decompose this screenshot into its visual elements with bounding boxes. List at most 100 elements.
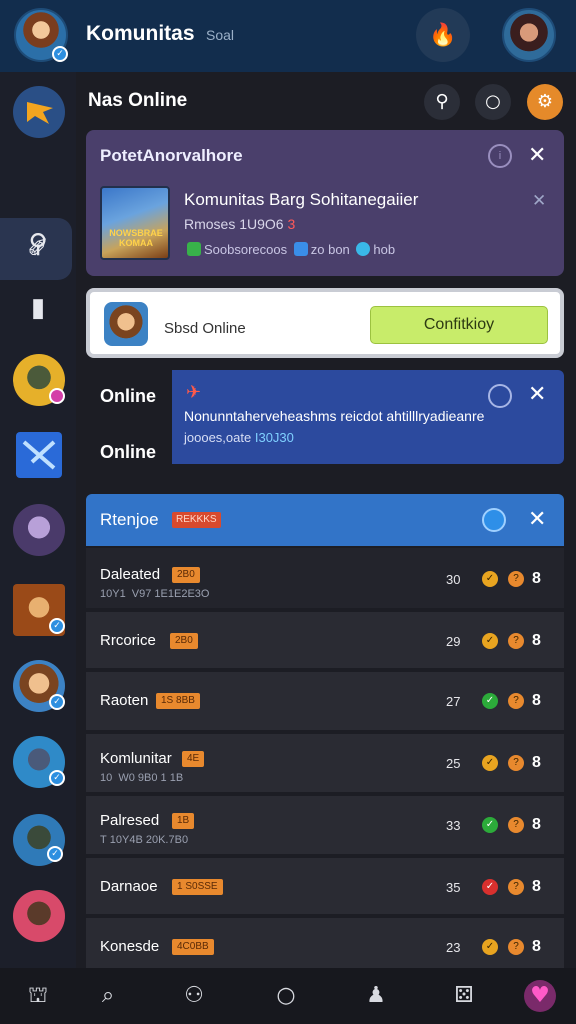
verified-badge-icon: ✓ xyxy=(52,46,68,62)
server-avatar-5[interactable]: ✓ xyxy=(13,660,65,712)
home-icon[interactable]: ⛫ xyxy=(22,980,54,1012)
settings-gear-icon[interactable]: ⚙ xyxy=(527,84,563,120)
status-dot-icon: ? xyxy=(508,817,524,833)
friend-avatar[interactable] xyxy=(502,8,556,62)
server-avatar-7[interactable]: ✓ xyxy=(13,814,65,866)
row-badge: 2B0 xyxy=(170,633,198,649)
message-sub-highlight: I30J30 xyxy=(254,430,294,445)
list-item[interactable]: Raoten 1S 8BB 27 ✓ ? 8 xyxy=(86,672,564,732)
verified-badge-icon: ✓ xyxy=(49,694,65,710)
status-dot-icon: ✓ xyxy=(482,693,498,709)
message-card: ✈ ✕ Nonunntaherveheashms reicdot ahtilll… xyxy=(172,370,564,464)
status-avatar xyxy=(104,302,148,346)
row-end-value: 8 xyxy=(532,938,541,955)
verified-badge-icon: ✓ xyxy=(49,770,65,786)
game-tags: Soobsorecoos zo bon hob xyxy=(184,242,395,257)
top-bar: ✓ Komunitas Soal 🔥 xyxy=(0,0,576,72)
list-item[interactable]: Konesde 4C0BB 23 ✓ ? 8 xyxy=(86,918,564,968)
status-dot-icon: ✓ xyxy=(482,939,498,955)
row-end-value: 8 xyxy=(532,632,541,649)
server-avatar-8[interactable] xyxy=(13,890,65,942)
server-avatar-1[interactable] xyxy=(13,354,65,406)
game-thumbnail[interactable]: NOWSBRAE KOMAA xyxy=(100,186,170,260)
row-name: Darnaoe xyxy=(100,878,158,895)
close-icon[interactable]: ✕ xyxy=(528,384,546,406)
message-text: Nonunntaherveheashms reicdot ahtilllryad… xyxy=(184,408,485,424)
pin-icon: ✈ xyxy=(186,382,202,403)
status-dot-icon: ✓ xyxy=(482,633,498,649)
rail-home-icon[interactable] xyxy=(13,86,65,138)
status-dot-icon: ✓ xyxy=(482,755,498,771)
list-item[interactable]: Komlunitar 4E 10 W0 9B0 1 1B 25 ✓ ? 8 xyxy=(86,734,564,794)
list-item[interactable]: Rrcorice 2B0 29 ✓ ? 8 xyxy=(86,612,564,670)
row-badge: 4E xyxy=(182,751,205,767)
row-sub: T 10Y4B 20K.7B0 xyxy=(100,834,189,846)
server-rail: ✐ ⚲ ▮ ✓ ✓ ✓ ✓ xyxy=(0,72,76,968)
notifications-icon[interactable]: ♥ xyxy=(524,980,556,1012)
flame-icon[interactable]: 🔥 xyxy=(416,8,470,62)
status-icon[interactable] xyxy=(482,508,506,532)
row-count: 33 xyxy=(446,818,461,833)
status-icon[interactable]: ○ xyxy=(270,980,302,1012)
list-item[interactable]: Darnaoe 1 S0SSE 35 ✓ ? 8 xyxy=(86,858,564,916)
row-sub: 10 W0 9B0 1 1B xyxy=(100,772,184,784)
tag-chip-icon xyxy=(356,242,371,256)
bookmark-icon[interactable]: ▮ xyxy=(18,288,58,328)
game-meta-mark: 3 xyxy=(287,216,296,232)
notification-card: PotetAnorvalhore i ✕ NOWSBRAE KOMAA Komu… xyxy=(86,130,564,276)
server-avatar-3[interactable] xyxy=(13,504,65,556)
row-count: 23 xyxy=(446,940,461,955)
row-name: Raoten xyxy=(100,692,149,709)
server-avatar-4[interactable]: ✓ xyxy=(13,584,65,636)
row-end-value: 8 xyxy=(532,570,541,587)
status-label: Sbsd Online xyxy=(164,320,246,337)
status-dot-icon: ? xyxy=(508,693,524,709)
list-item[interactable]: Daleated 2B0 10Y1 V97 1E1E2E3O 30 ✓ ? 8 xyxy=(86,548,564,610)
chat-icon[interactable]: ⌕ xyxy=(92,980,124,1012)
row-name: Komlunitar xyxy=(100,750,172,767)
tag-b: zo bon xyxy=(310,242,350,257)
dismiss-icon[interactable]: ✕ xyxy=(532,190,546,212)
row-end-value: 8 xyxy=(532,878,541,895)
close-icon[interactable]: ✕ xyxy=(528,509,546,531)
section-title: Nas Online xyxy=(88,90,188,111)
profile-avatar[interactable]: ✓ xyxy=(14,8,68,62)
row-sub: 10Y1 V97 1E1E2E3O xyxy=(100,588,210,600)
game-meta: Rmoses 1U9O6 3 xyxy=(184,216,295,232)
friends-icon[interactable]: ⚇ xyxy=(178,980,210,1012)
list-header: Rtenjoe REKKKS ✕ xyxy=(86,494,564,546)
list-title: Rtenjoe xyxy=(100,510,159,529)
profile-icon[interactable]: ♟ xyxy=(360,980,392,1012)
server-avatar-6[interactable]: ✓ xyxy=(13,736,65,788)
confirm-button[interactable]: Confitkioy xyxy=(370,306,548,344)
tag-a: Soobsorecoos xyxy=(204,242,288,257)
info-icon[interactable]: i xyxy=(488,144,512,168)
close-icon[interactable]: ✕ xyxy=(528,145,546,167)
status-dot-icon: ? xyxy=(508,879,524,895)
bottom-nav: ⛫ ⌕ ⚇ ○ ♟ ⚄ ♥ xyxy=(0,968,576,1024)
row-end-value: 8 xyxy=(532,692,541,709)
row-end-value: 8 xyxy=(532,754,541,771)
status-circle-icon[interactable]: ○ xyxy=(475,84,511,120)
online-label: Online xyxy=(100,386,157,406)
status-dot-icon: ✓ xyxy=(482,817,498,833)
list-item[interactable]: Palresed 1B T 10Y4B 20K.7B0 33 ✓ ? 8 xyxy=(86,796,564,856)
notification-title: PotetAnorvalhore xyxy=(100,146,243,165)
row-name: Daleated xyxy=(100,566,161,583)
info-icon[interactable] xyxy=(488,384,512,408)
search-user-icon[interactable]: ⚲ xyxy=(18,224,58,264)
online-label: Online xyxy=(100,442,157,462)
game-title: Komunitas Barg Sohitanegaiier xyxy=(184,190,419,209)
message-sub: joooes,oate I30J30 xyxy=(184,430,294,445)
tag-chip-icon xyxy=(293,242,308,256)
row-name: Rrcorice xyxy=(100,632,156,649)
apps-icon[interactable]: ⚄ xyxy=(448,980,480,1012)
row-count: 35 xyxy=(446,880,461,895)
row-count: 27 xyxy=(446,694,461,709)
status-dot-icon: ✓ xyxy=(482,879,498,895)
status-dot-icon: ? xyxy=(508,633,524,649)
search-icon[interactable]: ⚲ xyxy=(424,84,460,120)
message-sub-prefix: joooes,oate xyxy=(184,430,252,445)
row-name: Palresed xyxy=(100,812,160,829)
server-avatar-2[interactable] xyxy=(16,432,62,478)
